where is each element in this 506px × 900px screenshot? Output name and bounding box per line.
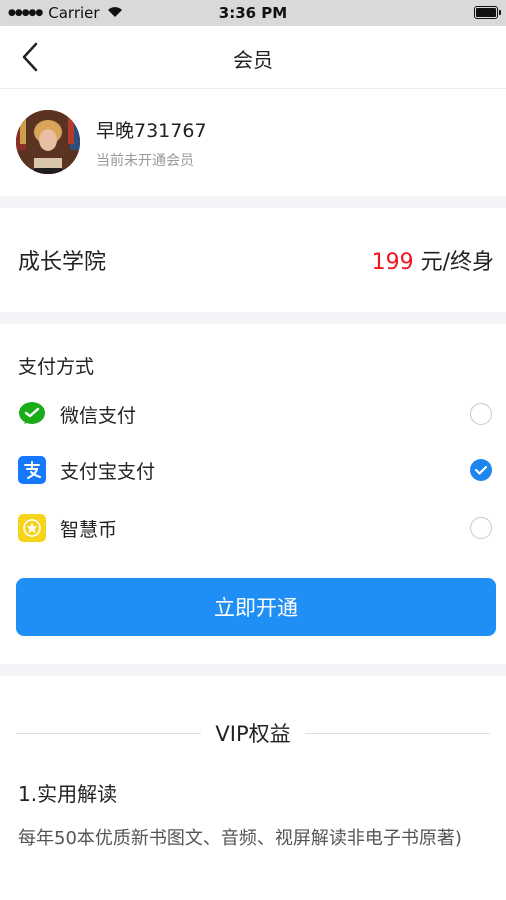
section-divider (0, 664, 506, 676)
status-time: 3:36 PM (218, 4, 288, 22)
payment-option-coin[interactable]: 智慧币 (0, 508, 506, 548)
section-divider (0, 312, 506, 324)
alipay-icon (18, 456, 46, 484)
check-icon (474, 465, 488, 475)
divider-line (16, 732, 202, 734)
benefit-description: 每年50本优质新书图文、音频、视屏解读非电子书原著) (18, 828, 462, 849)
open-membership-button[interactable]: 立即开通 (16, 578, 496, 636)
status-bar: ●●●●● Carrier 3:36 PM (0, 0, 506, 26)
course-price: 199 元/终身 (372, 244, 494, 276)
price-value: 199 (371, 250, 414, 275)
payment-method-title: 支付方式 (18, 356, 95, 378)
course-row: 成长学院 199 元/终身 (0, 208, 506, 312)
wechat-pay-icon (18, 400, 46, 428)
payment-label: 支付宝支付 (60, 460, 156, 483)
divider-line (304, 732, 491, 734)
section-divider (0, 196, 506, 208)
payment-label: 微信支付 (60, 404, 137, 427)
payment-option-wechat[interactable]: 微信支付 (0, 394, 506, 434)
benefit-title: 1.实用解读 (18, 782, 118, 806)
payment-option-alipay[interactable]: 支付宝支付 (0, 450, 506, 490)
page-title: 会员 (233, 48, 273, 72)
radio-coin[interactable] (470, 517, 492, 539)
battery-icon (474, 6, 501, 19)
price-suffix: 元/终身 (420, 250, 494, 275)
profile-name: 早晚731767 (96, 120, 207, 142)
membership-status: 当前未开通会员 (96, 153, 194, 169)
vip-benefits-header: VIP权益 (16, 716, 491, 750)
vip-benefits-title: VIP权益 (215, 722, 291, 746)
coin-icon (18, 514, 46, 542)
course-name: 成长学院 (18, 250, 107, 275)
nav-bar: 会员 (0, 26, 506, 89)
radio-alipay[interactable] (470, 459, 492, 481)
avatar (16, 110, 80, 174)
radio-wechat[interactable] (470, 403, 492, 425)
payment-label: 智慧币 (60, 518, 118, 541)
